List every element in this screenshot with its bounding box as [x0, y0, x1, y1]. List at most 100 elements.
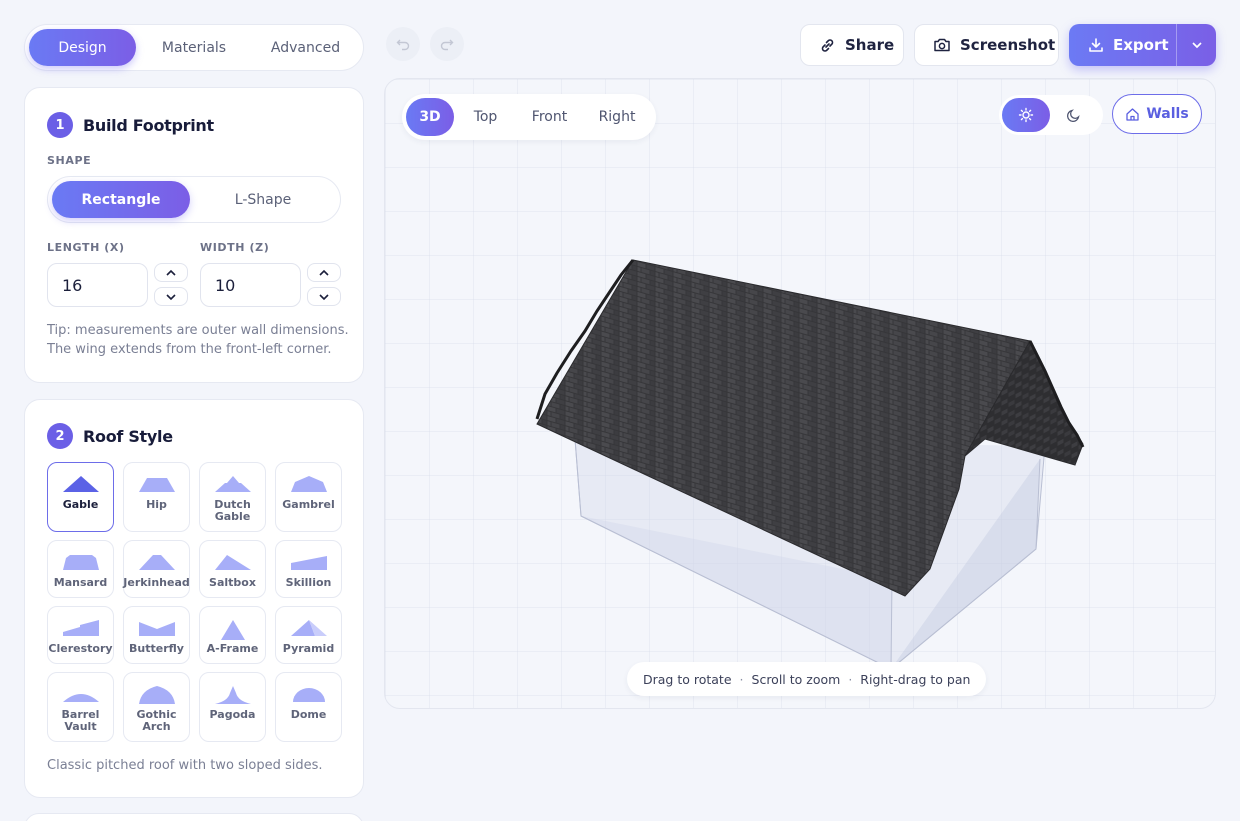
share-button[interactable]: Share — [800, 24, 904, 66]
tab-design[interactable]: Design — [29, 29, 136, 66]
roof-barrel-vault-button[interactable]: Barrel Vault — [47, 672, 114, 742]
roof-style-label: Skillion — [285, 576, 332, 589]
controls-hint: Drag to rotate · Scroll to zoom · Right-… — [627, 662, 987, 696]
roof-skillion-button[interactable]: Skillion — [275, 540, 342, 598]
section-title: Build Footprint — [83, 115, 214, 135]
roof-style-label: Mansard — [53, 576, 108, 589]
roof-style-label: Gothic Arch — [136, 708, 177, 733]
roof-butterfly-button[interactable]: Butterfly — [123, 606, 190, 664]
step-number: 2 — [47, 423, 73, 449]
tab-materials[interactable]: Materials — [136, 29, 252, 66]
roof-style-label: Saltbox — [209, 576, 256, 589]
export-button-group: Export — [1069, 24, 1216, 66]
export-options-button[interactable] — [1177, 24, 1216, 66]
roof-gambrel-button[interactable]: Gambrel — [275, 462, 342, 532]
roof-description: Classic pitched roof with two sloped sid… — [47, 758, 323, 773]
share-label: Share — [845, 36, 895, 54]
hint-zoom: Scroll to zoom — [751, 671, 841, 687]
clerestory-roof-icon — [62, 620, 99, 636]
a-frame-roof-icon — [220, 620, 245, 640]
barrel-vault-roof-icon — [62, 694, 99, 702]
dome-roof-icon — [292, 688, 325, 702]
mode-tabs: Design Materials Advanced — [24, 24, 364, 71]
export-label: Export — [1113, 36, 1169, 54]
roof-gothic-arch-button[interactable]: Gothic Arch — [123, 672, 190, 742]
chevron-up-icon — [319, 269, 329, 276]
redo-icon — [440, 39, 454, 51]
saltbox-roof-icon — [214, 555, 251, 570]
gothic-arch-roof-icon — [138, 686, 175, 704]
next-panel — [24, 813, 364, 821]
undo-icon — [396, 39, 410, 51]
roof-style-label: Hip — [146, 498, 167, 511]
step-header: 2 Roof Style — [47, 423, 173, 449]
roof-style-label: Gambrel — [282, 498, 335, 511]
3d-viewport[interactable]: 3D Top Front Right Walls Drag to rotate … — [384, 78, 1216, 709]
roof-clerestory-button[interactable]: Clerestory — [47, 606, 114, 664]
redo-button[interactable] — [430, 27, 464, 61]
roof-mansard-button[interactable]: Mansard — [47, 540, 114, 598]
section-title: Roof Style — [83, 426, 173, 446]
download-icon — [1089, 38, 1103, 52]
hint-pan: Right-drag to pan — [860, 671, 971, 687]
roof-style-label: Butterfly — [129, 642, 184, 655]
pyramid-roof-icon — [290, 620, 327, 636]
tab-advanced[interactable]: Advanced — [252, 29, 359, 66]
roof-dome-button[interactable]: Dome — [275, 672, 342, 742]
roof-style-label: Pyramid — [282, 642, 335, 655]
separator: · — [739, 671, 744, 687]
shape-toggle: Rectangle L-Shape — [47, 176, 341, 223]
export-button[interactable]: Export — [1069, 24, 1177, 66]
roof-a-frame-button[interactable]: A-Frame — [199, 606, 266, 664]
gable-roof-icon — [62, 476, 99, 492]
width-input[interactable]: 10 — [200, 263, 301, 307]
roof-pagoda-button[interactable]: Pagoda — [199, 672, 266, 742]
mansard-roof-icon — [62, 555, 99, 570]
roof-style-panel: 2 Roof Style Gable Hip Dutch Gable Gambr… — [24, 399, 364, 798]
jerkinhead-roof-icon — [138, 555, 175, 570]
step-number: 1 — [47, 112, 73, 138]
tip-line: The wing extends from the front-left cor… — [47, 342, 332, 357]
shape-rectangle-button[interactable]: Rectangle — [52, 181, 191, 218]
roof-hip-button[interactable]: Hip — [123, 462, 190, 532]
roof-style-label: Jerkinhead — [123, 576, 190, 589]
house-3d-model — [535, 259, 1085, 670]
length-decrement-button[interactable] — [154, 287, 188, 306]
build-footprint-panel: 1 Build Footprint SHAPE Rectangle L-Shap… — [24, 87, 364, 383]
roof-style-label: A-Frame — [206, 642, 259, 655]
chevron-down-icon — [1191, 42, 1202, 49]
screenshot-button[interactable]: Screenshot — [914, 24, 1059, 66]
tip-text: Tip: measurements are outer wall dimensi… — [47, 321, 349, 359]
screenshot-label: Screenshot — [960, 36, 1056, 54]
shape-l-shape-button[interactable]: L-Shape — [190, 181, 336, 218]
width-increment-button[interactable] — [307, 263, 341, 282]
roof-jerkinhead-button[interactable]: Jerkinhead — [123, 540, 190, 598]
roof-style-label: Clerestory — [48, 642, 113, 655]
butterfly-roof-icon — [138, 622, 175, 636]
roof-style-label: Barrel Vault — [61, 708, 100, 733]
roof-saltbox-button[interactable]: Saltbox — [199, 540, 266, 598]
width-label: WIDTH (Z) — [200, 241, 270, 254]
shape-label: SHAPE — [47, 154, 92, 167]
roof-style-label: Dutch Gable — [214, 498, 251, 523]
dutch-gable-roof-icon — [214, 476, 251, 492]
chevron-up-icon — [166, 269, 176, 276]
length-label: LENGTH (X) — [47, 241, 125, 254]
skillion-roof-icon — [290, 556, 327, 570]
hip-roof-icon — [138, 478, 175, 492]
roof-style-label: Gable — [62, 498, 99, 511]
roof-dutch-gable-button[interactable]: Dutch Gable — [199, 462, 266, 532]
undo-button[interactable] — [386, 27, 420, 61]
step-header: 1 Build Footprint — [47, 112, 214, 138]
roof-gable-button[interactable]: Gable — [47, 462, 114, 532]
roof-style-label: Dome — [290, 708, 327, 721]
hint-rotate: Drag to rotate — [643, 671, 732, 687]
length-input[interactable]: 16 — [47, 263, 148, 307]
length-increment-button[interactable] — [154, 263, 188, 282]
link-icon — [821, 38, 834, 52]
roof-pyramid-button[interactable]: Pyramid — [275, 606, 342, 664]
chevron-down-icon — [319, 293, 329, 300]
gambrel-roof-icon — [290, 476, 327, 492]
width-decrement-button[interactable] — [307, 287, 341, 306]
chevron-down-icon — [166, 293, 176, 300]
